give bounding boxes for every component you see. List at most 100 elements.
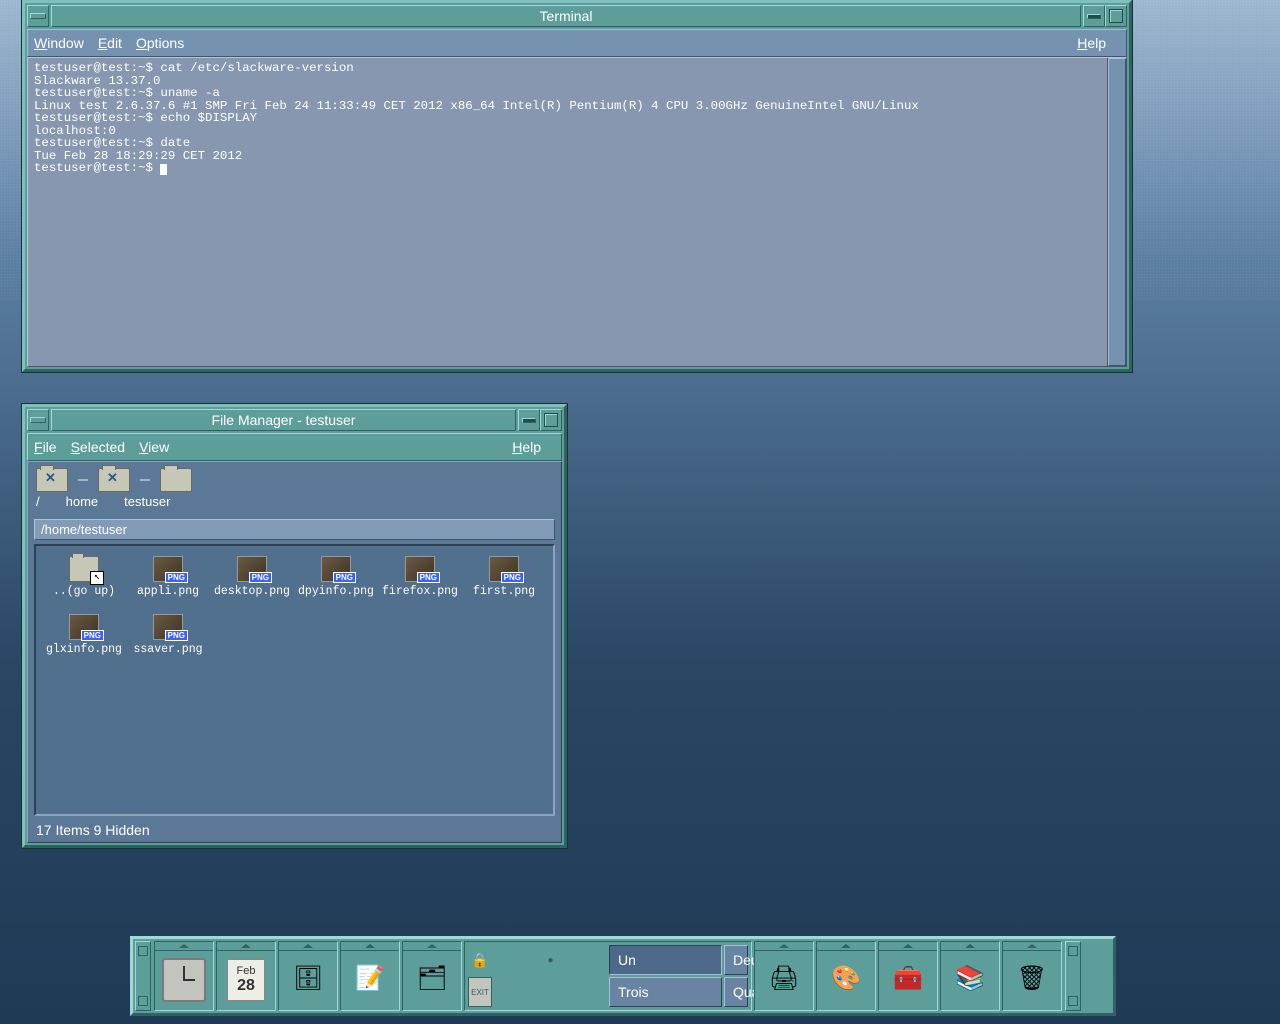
fm-titlebar[interactable]: File Manager - testuser — [27, 409, 562, 431]
workspace-un[interactable]: Un — [609, 945, 722, 975]
menu-window[interactable]: Window — [34, 35, 84, 51]
toolbox-slot[interactable]: 🧰 — [878, 941, 938, 1011]
menu-help[interactable]: Help — [512, 439, 541, 455]
lock-button[interactable]: 🔒 — [468, 945, 492, 975]
file-label: ..(go up) — [53, 585, 115, 598]
breadcrumb-line — [78, 479, 88, 481]
menu-file[interactable]: File — [34, 439, 57, 455]
subpanel-arrow[interactable] — [1003, 942, 1061, 951]
file-label: appli.png — [137, 585, 199, 598]
breadcrumb-user[interactable]: testuser — [124, 494, 170, 509]
printer-slot[interactable]: 🖨 — [754, 941, 814, 1011]
cde-front-panel: Feb28 🗄 📝 🗂 🔒 Un Deux ● EXIT Trois Quatre 🖨… — [130, 936, 1116, 1016]
notepad-slot[interactable]: 📝 — [340, 941, 400, 1011]
clock-icon — [162, 958, 206, 1002]
help-icon: 📚 — [955, 967, 985, 991]
workspace-quatre[interactable]: Quatre — [724, 977, 748, 1007]
image-file-icon — [153, 556, 183, 582]
breadcrumb-labels: / home testuser — [28, 492, 561, 515]
panel-handle-right[interactable] — [1065, 941, 1081, 1011]
calendar-icon: Feb28 — [227, 959, 265, 1001]
breadcrumb — [28, 462, 561, 492]
trash-slot[interactable]: 🗑 — [1002, 941, 1062, 1011]
minimize-button[interactable] — [518, 409, 540, 431]
subpanel-arrow[interactable] — [217, 942, 275, 951]
clock-slot[interactable] — [154, 941, 214, 1011]
file-item[interactable]: glxinfo.png — [42, 614, 126, 672]
fm-title: File Manager - testuser — [51, 409, 516, 431]
file-item[interactable]: appli.png — [126, 556, 210, 614]
subpanel-arrow[interactable] — [403, 942, 461, 951]
path-field[interactable]: /home/testuser — [34, 519, 555, 540]
workspace-trois[interactable]: Trois — [609, 977, 722, 1007]
window-menu-button[interactable] — [27, 5, 49, 27]
folder-icon[interactable] — [160, 468, 192, 492]
image-file-icon — [153, 614, 183, 640]
subpanel-arrow[interactable] — [879, 942, 937, 951]
maximize-button[interactable] — [1105, 5, 1127, 27]
terminal-titlebar[interactable]: Terminal — [27, 5, 1127, 27]
workspace-switcher: 🔒 Un Deux ● EXIT Trois Quatre — [464, 941, 752, 1011]
menu-view[interactable]: View — [139, 439, 169, 455]
folder-icon[interactable] — [98, 468, 130, 492]
fm-body: / home testuser /home/testuser ..(go up)… — [27, 461, 562, 843]
maximize-button[interactable] — [540, 409, 562, 431]
style-slot[interactable]: 🎨 — [816, 941, 876, 1011]
file-label: first.png — [473, 585, 535, 598]
subpanel-arrow[interactable] — [755, 942, 813, 951]
lock-icon: 🔒 — [471, 952, 488, 969]
panel-left-group: Feb28 🗄 📝 🗂 — [153, 939, 463, 1013]
workspace-deux[interactable]: Deux — [724, 945, 748, 975]
image-file-icon — [69, 614, 99, 640]
file-item[interactable]: firefox.png — [378, 556, 462, 614]
file-cabinet-icon: 🗄 — [293, 967, 323, 991]
image-file-icon — [321, 556, 351, 582]
subpanel-arrow[interactable] — [817, 942, 875, 951]
file-cabinet-slot[interactable]: 🗄 — [278, 941, 338, 1011]
subpanel-arrow[interactable] — [941, 942, 999, 951]
terminal-scrollbar[interactable] — [1107, 58, 1126, 366]
terminal-output[interactable]: testuser@test:~$ cat /etc/slackware-vers… — [28, 58, 1107, 366]
file-item[interactable]: first.png — [462, 556, 546, 614]
toolbox-icon: 🧰 — [893, 967, 923, 991]
window-menu-button[interactable] — [27, 409, 49, 431]
fm-menubar: File Selected View Help — [27, 433, 562, 461]
file-item[interactable]: desktop.png — [210, 556, 294, 614]
terminal-body[interactable]: testuser@test:~$ cat /etc/slackware-vers… — [27, 57, 1127, 367]
subpanel-arrow[interactable] — [341, 942, 399, 951]
file-item[interactable]: dpyinfo.png — [294, 556, 378, 614]
mail-icon: 🗂 — [417, 967, 447, 991]
image-file-icon — [405, 556, 435, 582]
terminal-menubar: Window Edit Options Help — [27, 29, 1127, 57]
menu-options[interactable]: Options — [136, 35, 184, 51]
file-item[interactable]: ..(go up) — [42, 556, 126, 614]
breadcrumb-root[interactable]: / — [36, 494, 40, 509]
minimize-button[interactable] — [1083, 5, 1105, 27]
menu-edit[interactable]: Edit — [98, 35, 122, 51]
image-file-icon — [237, 556, 267, 582]
subpanel-arrow[interactable] — [155, 942, 213, 951]
folder-up-icon — [69, 556, 99, 582]
exit-button[interactable]: EXIT — [468, 977, 492, 1007]
file-label: firefox.png — [382, 585, 458, 598]
mail-slot[interactable]: 🗂 — [402, 941, 462, 1011]
terminal-window: Terminal Window Edit Options Help testus… — [22, 0, 1132, 372]
folder-icon[interactable] — [36, 468, 68, 492]
file-label: glxinfo.png — [46, 643, 122, 656]
file-label: ssaver.png — [133, 643, 202, 656]
terminal-title: Terminal — [51, 5, 1081, 27]
panel-right-group: 🖨 🎨 🧰 📚 🗑 — [753, 939, 1063, 1013]
file-item[interactable]: ssaver.png — [126, 614, 210, 672]
image-file-icon — [489, 556, 519, 582]
icon-view[interactable]: ..(go up) appli.png desktop.pngdpyinfo.png… — [34, 544, 555, 816]
breadcrumb-home[interactable]: home — [66, 494, 99, 509]
help-slot[interactable]: 📚 — [940, 941, 1000, 1011]
panel-spacer — [494, 977, 607, 1007]
trash-icon: 🗑 — [1017, 967, 1047, 991]
calendar-slot[interactable]: Feb28 — [216, 941, 276, 1011]
subpanel-arrow[interactable] — [279, 942, 337, 951]
printer-icon: 🖨 — [769, 967, 799, 991]
menu-selected[interactable]: Selected — [71, 439, 126, 455]
panel-handle-left[interactable] — [135, 941, 151, 1011]
menu-help[interactable]: Help — [1077, 35, 1106, 51]
